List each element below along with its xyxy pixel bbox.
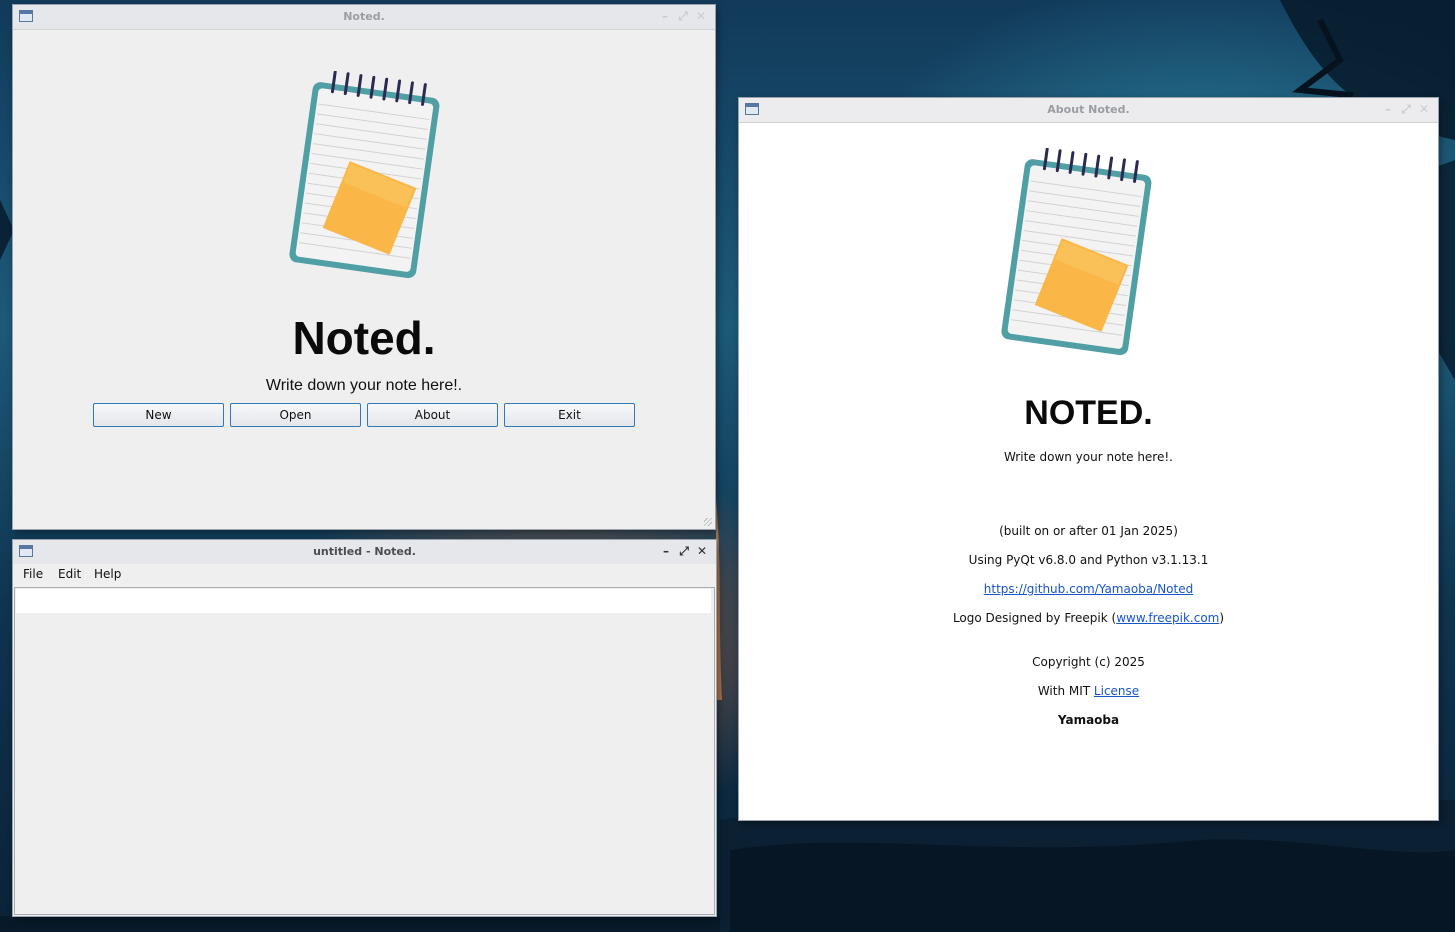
version-info: Using PyQt v6.8.0 and Python v3.1.13.1 xyxy=(968,553,1209,567)
text-editor[interactable] xyxy=(14,587,715,915)
about-titlebar[interactable]: About Noted. – ⤢ ✕ xyxy=(739,98,1438,123)
close-icon[interactable]: ✕ xyxy=(695,9,707,23)
editor-window: untitled - Noted. – ⤢ ✕ File Edit Help xyxy=(13,540,716,916)
menu-bar: File Edit Help xyxy=(13,564,716,586)
new-button[interactable]: New xyxy=(93,403,224,427)
menu-help[interactable]: Help xyxy=(94,567,121,581)
window-title: untitled - Noted. xyxy=(313,545,416,558)
tagline: Write down your note here!. xyxy=(265,377,463,394)
logo-credit-prefix: Logo Designed by Freepik ( xyxy=(952,611,1117,625)
main-titlebar[interactable]: Noted. – ⤢ ✕ xyxy=(13,5,715,30)
about-app-title: NOTED. xyxy=(1024,394,1153,432)
main-window: Noted. – ⤢ ✕ Noted. Write down your note… xyxy=(13,5,715,529)
close-icon[interactable]: ✕ xyxy=(696,544,708,558)
repo-link-row: https://github.com/Yamaoba/Noted xyxy=(739,582,1438,596)
about-tagline: Write down your note here!. xyxy=(1003,450,1173,464)
window-title: Noted. xyxy=(343,10,385,23)
logo-credit-suffix: ) xyxy=(1219,611,1225,625)
app-title: Noted. xyxy=(292,312,436,364)
notepad-logo-icon xyxy=(1001,148,1152,356)
open-button[interactable]: Open xyxy=(230,403,361,427)
license-link[interactable]: License xyxy=(1094,684,1139,698)
resize-grip-icon[interactable] xyxy=(704,518,712,526)
maximize-icon[interactable]: ⤢ xyxy=(678,544,690,558)
menu-file[interactable]: File xyxy=(23,567,43,581)
editor-titlebar[interactable]: untitled - Noted. – ⤢ ✕ xyxy=(13,540,716,565)
logo-credit: Logo Designed by Freepik (www.freepik.co… xyxy=(739,611,1438,625)
window-title: About Noted. xyxy=(1047,103,1130,116)
maximize-icon[interactable]: ⤢ xyxy=(1400,102,1412,116)
minimize-icon[interactable]: – xyxy=(659,9,671,23)
build-info: (built on or after 01 Jan 2025) xyxy=(999,524,1178,538)
close-icon[interactable]: ✕ xyxy=(1418,102,1430,116)
menu-edit[interactable]: Edit xyxy=(58,567,81,581)
about-button[interactable]: About xyxy=(367,403,498,427)
license-prefix: With MIT xyxy=(1037,684,1094,698)
author: Yamaoba xyxy=(1057,713,1120,727)
license-row: With MIT License xyxy=(739,684,1438,698)
minimize-icon[interactable]: – xyxy=(660,544,672,558)
repo-link[interactable]: https://github.com/Yamaoba/Noted xyxy=(984,582,1193,596)
about-window: About Noted. – ⤢ ✕ NOTED. Write down you… xyxy=(739,98,1438,820)
freepik-link[interactable]: www.freepik.com xyxy=(1116,611,1219,625)
copyright: Copyright (c) 2025 xyxy=(1032,655,1145,669)
maximize-icon[interactable]: ⤢ xyxy=(677,9,689,23)
notepad-logo-icon xyxy=(289,71,440,279)
minimize-icon[interactable]: – xyxy=(1382,102,1394,116)
current-line[interactable] xyxy=(16,589,711,613)
exit-button[interactable]: Exit xyxy=(504,403,635,427)
